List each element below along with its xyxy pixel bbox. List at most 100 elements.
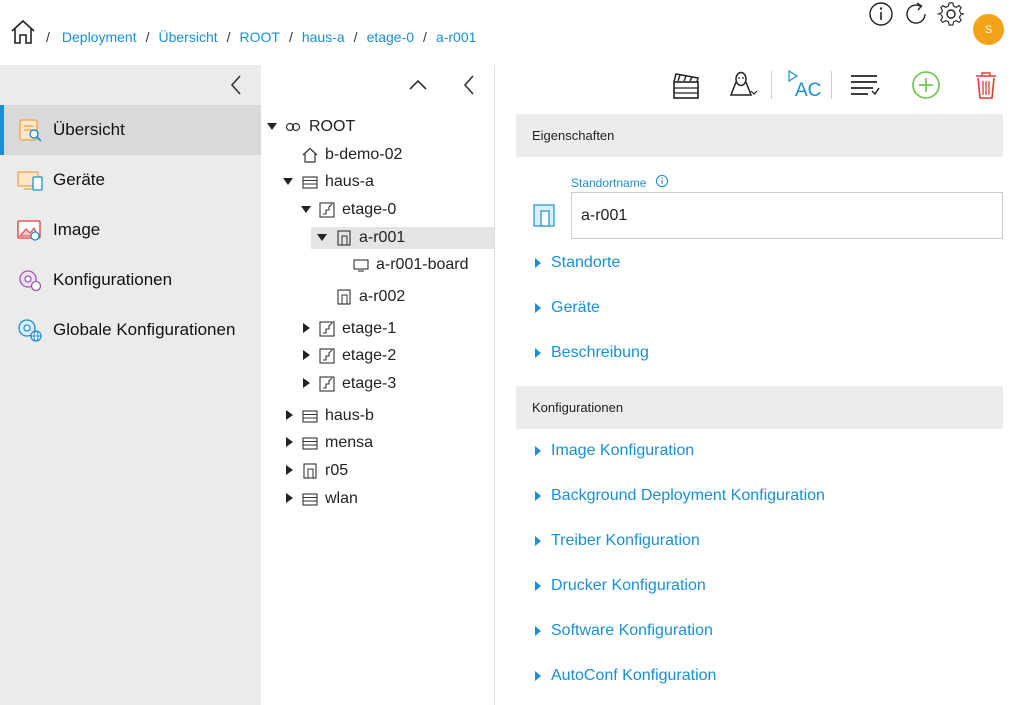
nav-item-global-configurations[interactable]: Globale Konfigurationen: [0, 305, 261, 355]
breadcrumb-etage-0[interactable]: etage-0: [367, 29, 414, 45]
expand-arrow-icon: [535, 671, 541, 681]
collapse-all-chevron-up-icon[interactable]: [408, 74, 428, 96]
tree-node-etage-2[interactable]: etage-2: [265, 345, 494, 367]
tree-node-label: mensa: [325, 434, 374, 451]
delete-icon[interactable]: [970, 69, 1002, 101]
accordion-beschreibung[interactable]: Beschreibung: [535, 342, 649, 364]
settings-icon[interactable]: [937, 0, 965, 28]
nav-item-devices[interactable]: Geräte: [0, 155, 261, 205]
accordion-label: Software Konfiguration: [551, 622, 713, 639]
expand-arrow-icon: [535, 303, 541, 313]
tree-node-label: etage-3: [342, 375, 397, 392]
breadcrumb-separator: /: [145, 29, 150, 45]
user-avatar[interactable]: S: [973, 14, 1004, 45]
home-icon[interactable]: [9, 18, 37, 46]
tree-node-label: a-r001-board: [376, 256, 469, 273]
expand-toggle-icon[interactable]: [301, 206, 311, 213]
tree-node-haus-b[interactable]: haus-b: [265, 405, 494, 427]
accordion-printer-config[interactable]: Drucker Konfiguration: [535, 575, 706, 597]
accordion-geraete[interactable]: Geräte: [535, 297, 600, 319]
accordion-label: Drucker Konfiguration: [551, 577, 706, 594]
add-icon[interactable]: [910, 69, 942, 101]
properties-title: Eigenschaften: [532, 128, 615, 143]
breadcrumb-haus-a[interactable]: haus-a: [302, 29, 345, 45]
building-icon: [302, 493, 318, 506]
accordion-driver-config[interactable]: Treiber Konfiguration: [535, 530, 700, 552]
expand-toggle-icon[interactable]: [267, 123, 277, 130]
expand-toggle-icon[interactable]: [286, 410, 293, 420]
expand-toggle-icon[interactable]: [303, 350, 310, 360]
toolbar-divider: [831, 71, 832, 99]
tree-node-label: haus-b: [325, 407, 374, 424]
nav-item-overview[interactable]: Übersicht: [0, 105, 261, 155]
tree-node-mensa[interactable]: mensa: [265, 432, 494, 454]
overview-icon: [19, 119, 42, 142]
breadcrumb-deployment[interactable]: Deployment: [62, 29, 137, 45]
tree-node-b-demo-02[interactable]: b-demo-02: [265, 144, 494, 166]
tree-node-etage-1[interactable]: etage-1: [265, 318, 494, 340]
accordion-image-config[interactable]: Image Konfiguration: [535, 440, 694, 462]
avatar-letter: S: [984, 23, 993, 36]
nav-item-label: Konfigurationen: [53, 270, 173, 289]
floor-icon: [319, 376, 335, 392]
tree-node-a-r001[interactable]: a-r001: [311, 227, 494, 249]
action-toolbar: AC: [495, 65, 1011, 105]
info-icon[interactable]: [655, 174, 669, 188]
expand-arrow-icon: [535, 626, 541, 636]
expand-toggle-icon[interactable]: [303, 378, 310, 388]
nav-item-label: Geräte: [53, 170, 105, 189]
autoconf-icon[interactable]: AC: [787, 69, 823, 101]
collapse-tree-chevron-left-icon[interactable]: [459, 74, 479, 96]
tree-node-etage-3[interactable]: etage-3: [265, 373, 494, 395]
expand-toggle-icon[interactable]: [286, 437, 293, 447]
tree-node-root[interactable]: ROOT: [265, 116, 494, 138]
list-icon[interactable]: [848, 69, 880, 101]
accordion-autoconf-config[interactable]: AutoConf Konfiguration: [535, 665, 716, 687]
tree-node-haus-a[interactable]: haus-a: [265, 171, 494, 193]
floor-icon: [319, 348, 335, 364]
nav-item-image[interactable]: Image: [0, 205, 261, 255]
top-bar: / Deployment / Übersicht / ROOT / haus-a…: [0, 0, 1011, 65]
breadcrumb: / Deployment / Übersicht / ROOT / haus-a…: [46, 29, 476, 45]
location-name-input[interactable]: [571, 192, 1003, 239]
nav-item-configurations[interactable]: Konfigurationen: [0, 255, 261, 305]
info-icon[interactable]: [867, 0, 895, 28]
building-icon: [302, 176, 318, 189]
tree-node-label: a-r002: [359, 288, 406, 305]
tree-node-r05[interactable]: r05: [265, 460, 494, 482]
refresh-icon[interactable]: [902, 0, 930, 28]
expand-toggle-icon[interactable]: [286, 493, 293, 503]
building-icon: [302, 437, 318, 450]
accordion-background-deployment-config[interactable]: Background Deployment Konfiguration: [535, 485, 825, 507]
image-icon: [17, 220, 41, 241]
expand-arrow-icon: [535, 491, 541, 501]
linux-icon[interactable]: [727, 69, 759, 101]
collapse-nav-chevron-icon[interactable]: [228, 74, 244, 96]
tree-node-label: ROOT: [309, 118, 356, 135]
configurations-title: Konfigurationen: [532, 400, 624, 415]
tree-node-label: a-r001: [359, 229, 406, 246]
expand-toggle-icon[interactable]: [283, 178, 293, 185]
properties-section-header: Eigenschaften: [516, 114, 1003, 157]
expand-toggle-icon[interactable]: [286, 465, 293, 475]
accordion-standorte[interactable]: Standorte: [535, 252, 620, 274]
tree-node-etage-0[interactable]: etage-0: [265, 199, 494, 221]
left-navigation: Übersicht Geräte Image Konfigurationen G…: [0, 65, 261, 705]
tree-node-wlan[interactable]: wlan: [265, 488, 494, 510]
clapperboard-icon[interactable]: [670, 69, 702, 101]
expand-arrow-icon: [535, 536, 541, 546]
accordion-label: AutoConf Konfiguration: [551, 667, 717, 684]
accordion-label: Image Konfiguration: [551, 442, 695, 459]
breadcrumb-root[interactable]: ROOT: [240, 29, 280, 45]
accordion-label: Treiber Konfiguration: [551, 532, 700, 549]
accordion-software-config[interactable]: Software Konfiguration: [535, 620, 713, 642]
breadcrumb-a-r001[interactable]: a-r001: [436, 29, 476, 45]
expand-toggle-icon[interactable]: [317, 234, 327, 241]
house-icon: [302, 147, 318, 163]
expand-toggle-icon[interactable]: [303, 323, 310, 333]
tree-node-a-r001-board[interactable]: a-r001-board: [265, 254, 494, 276]
tree-node-a-r002[interactable]: a-r002: [265, 286, 494, 308]
breadcrumb-overview[interactable]: Übersicht: [158, 29, 217, 45]
room-icon: [337, 230, 351, 246]
breadcrumb-separator: /: [226, 29, 231, 45]
